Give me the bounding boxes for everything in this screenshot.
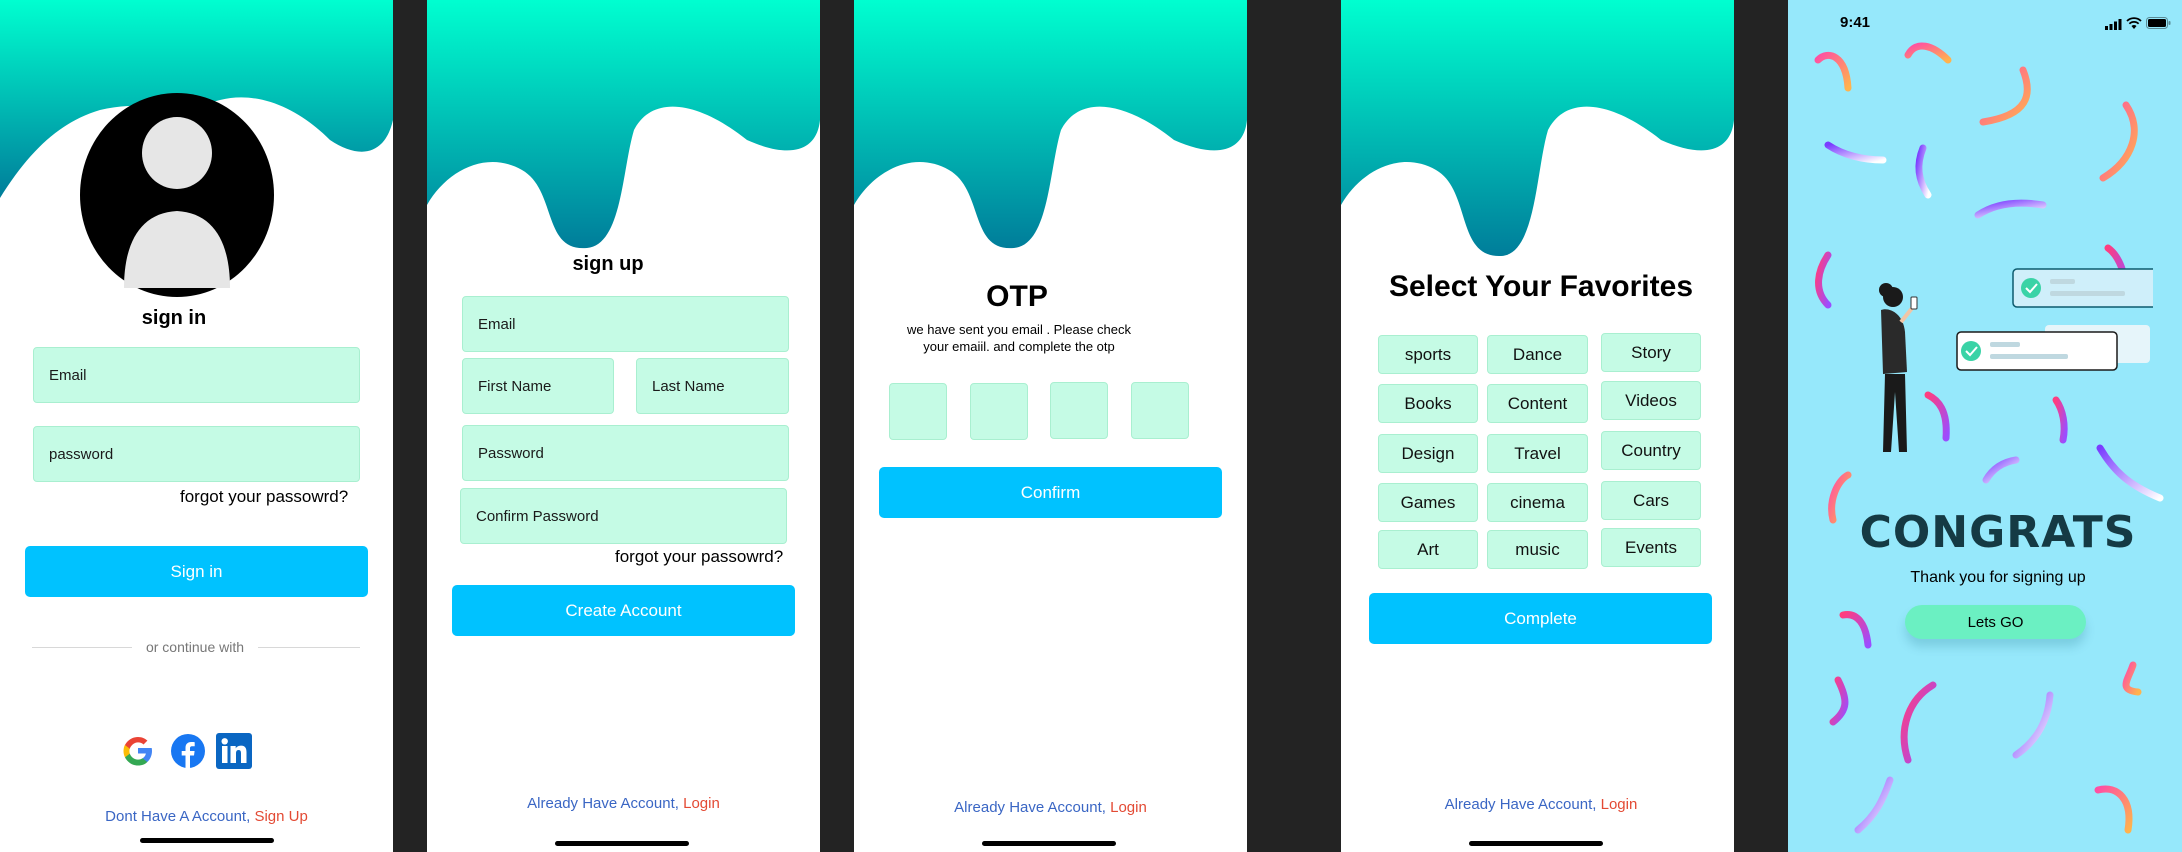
footer-login: Already Have Account, Login <box>854 799 1247 816</box>
congrats-title: CONGRATS <box>1859 507 2137 558</box>
header-wave <box>1341 0 1734 257</box>
footer-signup: Dont Have A Account, Sign Up <box>0 808 393 825</box>
first-name-field[interactable]: First Name <box>462 358 614 414</box>
confirm-password-field[interactable]: Confirm Password <box>460 488 787 544</box>
footer-login: Already Have Account, Login <box>427 795 820 812</box>
forgot-password-link[interactable]: forgot your passowrd? <box>615 547 783 567</box>
home-indicator <box>555 841 689 846</box>
login-link[interactable]: Login <box>1110 799 1147 816</box>
favorite-chip-books[interactable]: Books <box>1378 384 1478 423</box>
otp-digit-2[interactable] <box>970 383 1028 440</box>
favorite-chip-content[interactable]: Content <box>1487 384 1588 423</box>
favorite-chip-games[interactable]: Games <box>1378 483 1478 522</box>
header-wave <box>854 0 1247 249</box>
divider-left <box>32 647 132 648</box>
password-field[interactable]: password <box>33 426 360 482</box>
footer-question: Already Have Account, <box>1444 796 1597 813</box>
home-indicator <box>140 838 274 843</box>
congrats-subtitle: Thank you for signing up <box>1910 569 2086 586</box>
signin-button[interactable]: Sign in <box>25 546 368 597</box>
favorite-chip-dance[interactable]: Dance <box>1487 335 1588 374</box>
otp-digit-1[interactable] <box>889 383 947 440</box>
favorite-chip-travel[interactable]: Travel <box>1487 434 1588 473</box>
footer-question: Already Have Account, <box>954 799 1106 816</box>
favorite-chip-cars[interactable]: Cars <box>1601 481 1701 520</box>
otp-message-line2: your emaiil. and complete the otp <box>923 339 1115 354</box>
header-wave <box>427 0 820 249</box>
last-name-field[interactable]: Last Name <box>636 358 789 414</box>
email-field[interactable]: Email <box>33 347 360 403</box>
or-continue-label: or continue with <box>145 639 245 655</box>
facebook-icon[interactable] <box>170 733 206 769</box>
page-title: OTP <box>986 280 1048 313</box>
google-icon[interactable] <box>120 733 156 769</box>
footer-login: Already Have Account, Login <box>1341 796 1734 813</box>
favorite-chip-videos[interactable]: Videos <box>1601 381 1701 420</box>
home-indicator <box>982 841 1116 846</box>
favorite-chip-design[interactable]: Design <box>1378 434 1478 473</box>
page-title: sign up <box>572 253 644 275</box>
favorites-screen: Select Your Favorites sports Dance Story Bo… <box>1341 0 1734 852</box>
lets-go-button[interactable]: Lets GO <box>1905 605 2086 639</box>
signin-screen: sign in Email password forgot your passo… <box>0 0 393 852</box>
favorite-chip-music[interactable]: music <box>1487 530 1588 569</box>
favorite-chip-art[interactable]: Art <box>1378 530 1478 569</box>
otp-screen: OTP we have sent you email . Please chec… <box>854 0 1247 852</box>
favorite-chip-cinema[interactable]: cinema <box>1487 483 1588 522</box>
signup-link[interactable]: Sign Up <box>254 808 307 825</box>
favorite-chip-country[interactable]: Country <box>1601 431 1701 470</box>
divider-right <box>258 647 360 648</box>
otp-digit-4[interactable] <box>1131 382 1189 439</box>
footer-question: Already Have Account, <box>527 795 679 812</box>
email-field[interactable]: Email <box>462 296 789 352</box>
favorite-chip-story[interactable]: Story <box>1601 333 1701 372</box>
user-avatar-icon <box>80 93 275 298</box>
signup-illustration <box>1879 268 2153 452</box>
confirm-button[interactable]: Confirm <box>879 467 1222 518</box>
page-title: Select Your Favorites <box>1388 270 1693 303</box>
login-link[interactable]: Login <box>683 795 720 812</box>
signup-screen: sign up Email First Name Last Name Passw… <box>427 0 820 852</box>
otp-digit-3[interactable] <box>1050 382 1108 439</box>
home-indicator <box>1469 841 1603 846</box>
congrats-screen: 9:41 CONGRATS Thank you for signing up L… <box>1788 0 2182 852</box>
otp-message-line1: we have sent you email . Please check <box>906 322 1131 337</box>
login-link[interactable]: Login <box>1601 796 1638 813</box>
page-title: sign in <box>141 307 207 329</box>
favorite-chip-events[interactable]: Events <box>1601 528 1701 567</box>
complete-button[interactable]: Complete <box>1369 593 1712 644</box>
footer-question: Dont Have A Account, <box>105 808 251 825</box>
forgot-password-link[interactable]: forgot your passowrd? <box>180 487 348 507</box>
favorite-chip-sports[interactable]: sports <box>1378 335 1478 374</box>
password-field[interactable]: Password <box>462 425 789 481</box>
create-account-button[interactable]: Create Account <box>452 585 795 636</box>
linkedin-icon[interactable] <box>216 733 252 769</box>
